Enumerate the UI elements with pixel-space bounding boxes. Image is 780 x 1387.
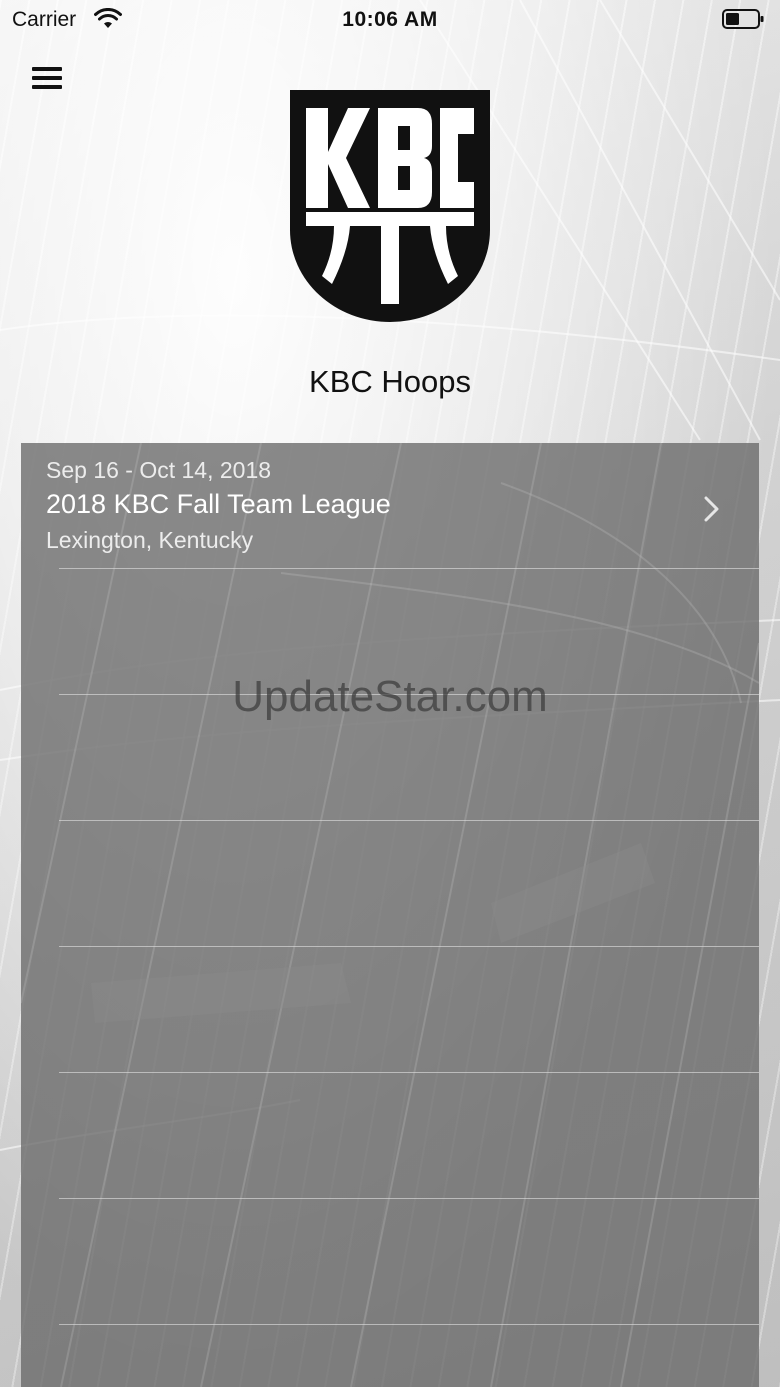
empty-row [21,821,759,947]
status-bar: Carrier 10:06 AM [0,0,780,40]
events-list: Sep 16 - Oct 14, 2018 2018 KBC Fall Team… [21,443,759,1387]
empty-row [21,1073,759,1199]
empty-row [21,1199,759,1325]
event-dates: Sep 16 - Oct 14, 2018 [46,457,272,483]
hamburger-menu-icon[interactable] [30,64,66,94]
watermark: UpdateStar.com [232,672,548,721]
empty-row [21,947,759,1073]
app-title: KBC Hoops [309,364,471,399]
status-time: 10:06 AM [342,8,438,31]
kbc-logo [290,90,490,322]
event-location: Lexington, Kentucky [46,527,254,553]
chevron-right-icon [704,496,719,522]
row-divider [59,1324,759,1325]
event-name: 2018 KBC Fall Team League [46,489,391,519]
event-row[interactable]: Sep 16 - Oct 14, 2018 2018 KBC Fall Team… [21,443,759,569]
battery-icon [722,9,764,29]
